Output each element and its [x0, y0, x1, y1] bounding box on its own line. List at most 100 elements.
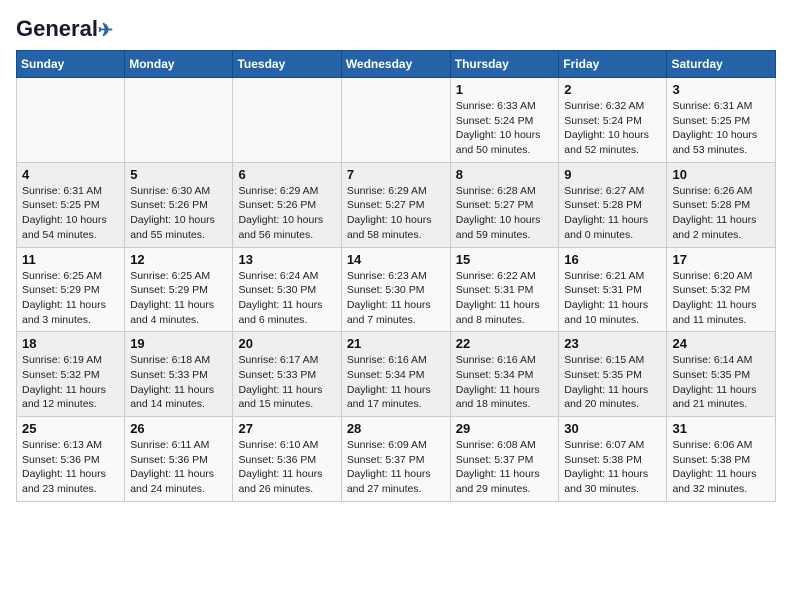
day-number: 11	[22, 252, 119, 267]
day-info: Sunrise: 6:24 AMSunset: 5:30 PMDaylight:…	[238, 269, 335, 328]
day-number: 18	[22, 336, 119, 351]
day-info: Sunrise: 6:11 AMSunset: 5:36 PMDaylight:…	[130, 438, 227, 497]
day-number: 13	[238, 252, 335, 267]
calendar-cell: 24Sunrise: 6:14 AMSunset: 5:35 PMDayligh…	[667, 332, 776, 417]
day-number: 7	[347, 167, 445, 182]
day-number: 12	[130, 252, 227, 267]
day-info: Sunrise: 6:18 AMSunset: 5:33 PMDaylight:…	[130, 353, 227, 412]
day-info: Sunrise: 6:10 AMSunset: 5:36 PMDaylight:…	[238, 438, 335, 497]
day-number: 5	[130, 167, 227, 182]
day-number: 2	[564, 82, 661, 97]
calendar-cell: 23 Sunrise: 6:15 AMSunset: 5:35 PMDayligh…	[559, 332, 667, 417]
weekday-header-saturday: Saturday	[667, 51, 776, 78]
day-number: 8	[456, 167, 554, 182]
day-number: 3	[672, 82, 770, 97]
calendar-header-row: SundayMondayTuesdayWednesdayThursdayFrid…	[17, 51, 776, 78]
calendar-cell: 9Sunrise: 6:27 AMSunset: 5:28 PMDaylight…	[559, 162, 667, 247]
day-info: Sunrise: 6:31 AMSunset: 5:25 PMDaylight:…	[672, 99, 770, 158]
weekday-header-thursday: Thursday	[450, 51, 559, 78]
weekday-header-tuesday: Tuesday	[233, 51, 341, 78]
day-info: Sunrise: 6:26 AMSunset: 5:28 PMDaylight:…	[672, 184, 770, 243]
weekday-header-wednesday: Wednesday	[341, 51, 450, 78]
weekday-header-monday: Monday	[125, 51, 233, 78]
calendar-cell: 26 Sunrise: 6:11 AMSunset: 5:36 PMDayligh…	[125, 417, 233, 502]
calendar-cell: 19 Sunrise: 6:18 AMSunset: 5:33 PMDayligh…	[125, 332, 233, 417]
day-number: 22	[456, 336, 554, 351]
calendar-cell: 15Sunrise: 6:22 AMSunset: 5:31 PMDayligh…	[450, 247, 559, 332]
day-info: Sunrise: 6:22 AMSunset: 5:31 PMDaylight:…	[456, 269, 554, 328]
day-number: 28	[347, 421, 445, 436]
day-number: 6	[238, 167, 335, 182]
calendar-cell: 6 Sunrise: 6:29 AMSunset: 5:26 PMDaylight…	[233, 162, 341, 247]
day-info: Sunrise: 6:28 AMSunset: 5:27 PMDaylight:…	[456, 184, 554, 243]
logo: General✈	[16, 16, 113, 38]
calendar-cell: 29 Sunrise: 6:08 AMSunset: 5:37 PMDayligh…	[450, 417, 559, 502]
day-info: Sunrise: 6:25 AMSunset: 5:29 PMDaylight:…	[22, 269, 119, 328]
day-number: 10	[672, 167, 770, 182]
day-info: Sunrise: 6:19 AMSunset: 5:32 PMDaylight:…	[22, 353, 119, 412]
calendar-cell: 16Sunrise: 6:21 AMSunset: 5:31 PMDayligh…	[559, 247, 667, 332]
calendar-week-5: 25 Sunrise: 6:13 AMSunset: 5:36 PMDayligh…	[17, 417, 776, 502]
calendar-cell: 7Sunrise: 6:29 AMSunset: 5:27 PMDaylight…	[341, 162, 450, 247]
day-number: 19	[130, 336, 227, 351]
calendar-cell: 22 Sunrise: 6:16 AMSunset: 5:34 PMDayligh…	[450, 332, 559, 417]
day-number: 23	[564, 336, 661, 351]
calendar-cell	[233, 78, 341, 163]
day-info: Sunrise: 6:29 AMSunset: 5:26 PMDaylight:…	[238, 184, 335, 243]
day-info: Sunrise: 6:14 AMSunset: 5:35 PMDaylight:…	[672, 353, 770, 412]
weekday-header-sunday: Sunday	[17, 51, 125, 78]
day-number: 21	[347, 336, 445, 351]
calendar-week-1: 1Sunrise: 6:33 AMSunset: 5:24 PMDaylight…	[17, 78, 776, 163]
day-info: Sunrise: 6:13 AMSunset: 5:36 PMDaylight:…	[22, 438, 119, 497]
day-info: Sunrise: 6:32 AMSunset: 5:24 PMDaylight:…	[564, 99, 661, 158]
day-number: 20	[238, 336, 335, 351]
calendar-table: SundayMondayTuesdayWednesdayThursdayFrid…	[16, 50, 776, 502]
logo-text: General✈	[16, 16, 113, 42]
day-info: Sunrise: 6:17 AMSunset: 5:33 PMDaylight:…	[238, 353, 335, 412]
calendar-cell	[341, 78, 450, 163]
calendar-cell	[125, 78, 233, 163]
day-info: Sunrise: 6:27 AMSunset: 5:28 PMDaylight:…	[564, 184, 661, 243]
day-info: Sunrise: 6:15 AMSunset: 5:35 PMDaylight:…	[564, 353, 661, 412]
calendar-week-3: 11 Sunrise: 6:25 AMSunset: 5:29 PMDayligh…	[17, 247, 776, 332]
day-number: 25	[22, 421, 119, 436]
calendar-cell: 1Sunrise: 6:33 AMSunset: 5:24 PMDaylight…	[450, 78, 559, 163]
day-number: 30	[564, 421, 661, 436]
calendar-cell: 21Sunrise: 6:16 AMSunset: 5:34 PMDayligh…	[341, 332, 450, 417]
day-number: 31	[672, 421, 770, 436]
calendar-cell: 4Sunrise: 6:31 AMSunset: 5:25 PMDaylight…	[17, 162, 125, 247]
weekday-header-friday: Friday	[559, 51, 667, 78]
calendar-cell: 27Sunrise: 6:10 AMSunset: 5:36 PMDayligh…	[233, 417, 341, 502]
day-number: 4	[22, 167, 119, 182]
day-info: Sunrise: 6:20 AMSunset: 5:32 PMDaylight:…	[672, 269, 770, 328]
calendar-cell: 11 Sunrise: 6:25 AMSunset: 5:29 PMDayligh…	[17, 247, 125, 332]
day-info: Sunrise: 6:23 AMSunset: 5:30 PMDaylight:…	[347, 269, 445, 328]
day-info: Sunrise: 6:30 AMSunset: 5:26 PMDaylight:…	[130, 184, 227, 243]
day-info: Sunrise: 6:33 AMSunset: 5:24 PMDaylight:…	[456, 99, 554, 158]
day-number: 16	[564, 252, 661, 267]
calendar-cell: 25 Sunrise: 6:13 AMSunset: 5:36 PMDayligh…	[17, 417, 125, 502]
calendar-cell: 14 Sunrise: 6:23 AMSunset: 5:30 PMDayligh…	[341, 247, 450, 332]
calendar-week-4: 18 Sunrise: 6:19 AMSunset: 5:32 PMDayligh…	[17, 332, 776, 417]
day-number: 17	[672, 252, 770, 267]
calendar-cell: 31 Sunrise: 6:06 AMSunset: 5:38 PMDayligh…	[667, 417, 776, 502]
day-number: 26	[130, 421, 227, 436]
day-info: Sunrise: 6:08 AMSunset: 5:37 PMDaylight:…	[456, 438, 554, 497]
day-info: Sunrise: 6:16 AMSunset: 5:34 PMDaylight:…	[456, 353, 554, 412]
calendar-cell: 2 Sunrise: 6:32 AMSunset: 5:24 PMDaylight…	[559, 78, 667, 163]
page-header: General✈	[16, 16, 776, 38]
day-number: 14	[347, 252, 445, 267]
calendar-cell: 13 Sunrise: 6:24 AMSunset: 5:30 PMDayligh…	[233, 247, 341, 332]
day-number: 29	[456, 421, 554, 436]
calendar-cell: 3 Sunrise: 6:31 AMSunset: 5:25 PMDaylight…	[667, 78, 776, 163]
calendar-cell: 30 Sunrise: 6:07 AMSunset: 5:38 PMDayligh…	[559, 417, 667, 502]
day-info: Sunrise: 6:07 AMSunset: 5:38 PMDaylight:…	[564, 438, 661, 497]
day-info: Sunrise: 6:25 AMSunset: 5:29 PMDaylight:…	[130, 269, 227, 328]
calendar-cell: 8 Sunrise: 6:28 AMSunset: 5:27 PMDaylight…	[450, 162, 559, 247]
day-info: Sunrise: 6:09 AMSunset: 5:37 PMDaylight:…	[347, 438, 445, 497]
calendar-cell: 18 Sunrise: 6:19 AMSunset: 5:32 PMDayligh…	[17, 332, 125, 417]
calendar-cell: 10 Sunrise: 6:26 AMSunset: 5:28 PMDayligh…	[667, 162, 776, 247]
day-info: Sunrise: 6:06 AMSunset: 5:38 PMDaylight:…	[672, 438, 770, 497]
calendar-cell: 28 Sunrise: 6:09 AMSunset: 5:37 PMDayligh…	[341, 417, 450, 502]
calendar-cell: 20 Sunrise: 6:17 AMSunset: 5:33 PMDayligh…	[233, 332, 341, 417]
